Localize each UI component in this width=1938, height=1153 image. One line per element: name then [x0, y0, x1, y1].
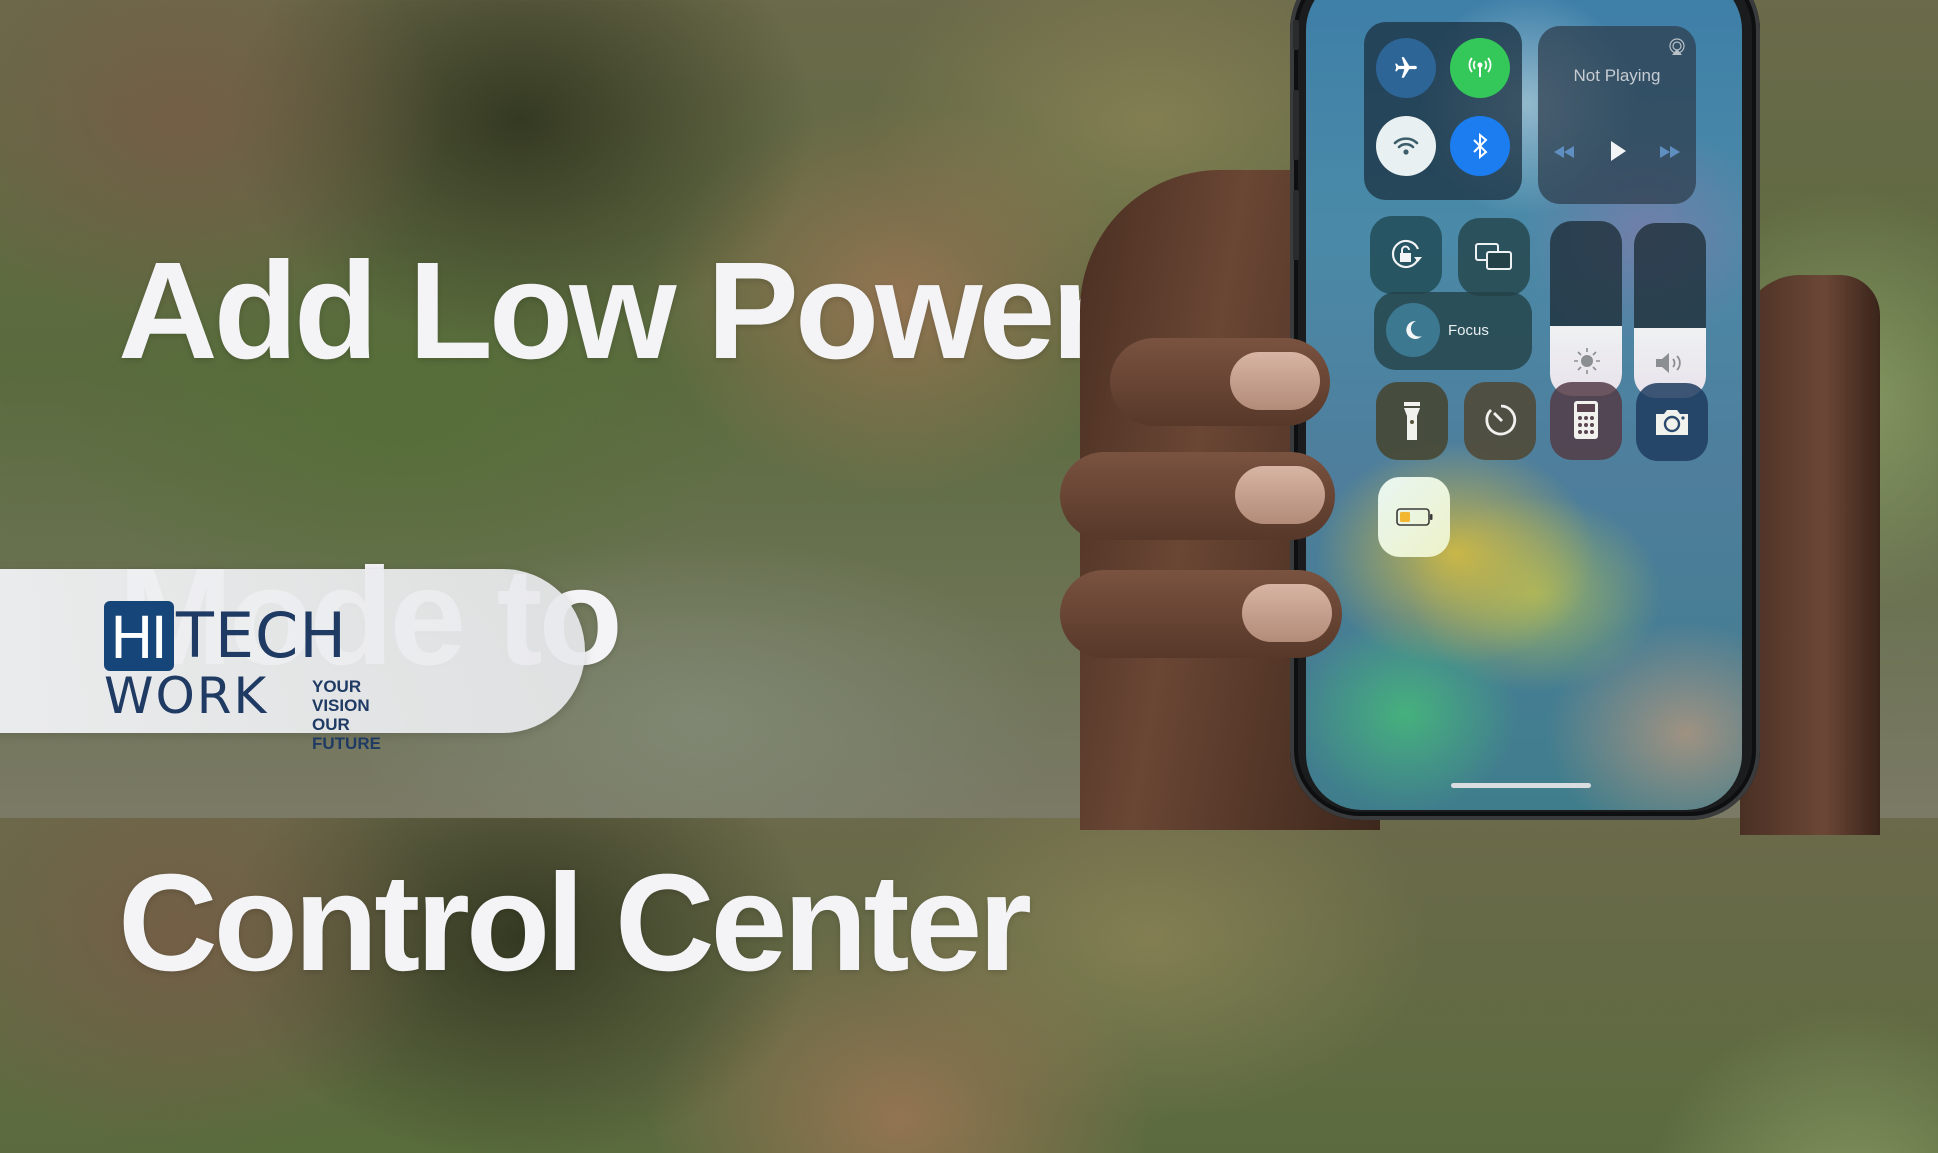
wifi-icon [1393, 137, 1419, 155]
low-power-mode-button[interactable] [1378, 477, 1450, 557]
finger [1060, 452, 1335, 540]
timer-button[interactable] [1464, 382, 1536, 460]
airplane-mode-toggle[interactable] [1376, 38, 1436, 98]
volume-down-button [1293, 190, 1299, 260]
sun-icon [1574, 348, 1600, 374]
logo-hi-box: HI [104, 601, 174, 672]
screen-mirroring-icon [1475, 243, 1512, 270]
flashlight-icon [1404, 402, 1420, 440]
antenna-icon [1468, 57, 1492, 77]
calculator-button[interactable] [1550, 382, 1622, 460]
finger [1060, 570, 1342, 658]
now-playing-tile[interactable]: Not Playing [1538, 26, 1696, 204]
brightness-slider[interactable] [1550, 221, 1622, 396]
focus-button[interactable]: Focus [1374, 292, 1532, 370]
logo-tech-text: TECH [176, 599, 347, 672]
focus-label: Focus [1448, 322, 1489, 339]
mute-switch [1293, 20, 1299, 50]
flashlight-button[interactable] [1376, 382, 1448, 460]
timer-icon [1485, 404, 1517, 436]
battery-icon [1396, 508, 1433, 526]
hand-thumb-image [1740, 275, 1880, 835]
wifi-toggle[interactable] [1376, 116, 1436, 176]
bluetooth-toggle[interactable] [1450, 116, 1510, 176]
headline-line-1: Add Low Power [118, 234, 1105, 388]
volume-slider[interactable] [1634, 223, 1706, 398]
rewind-icon[interactable] [1552, 144, 1576, 160]
headline-line-3: Control Center [118, 846, 1032, 1000]
logo-work-text: WORK [104, 667, 269, 725]
finger [1110, 338, 1330, 426]
connectivity-tile [1364, 22, 1522, 200]
calculator-icon [1574, 401, 1598, 439]
airplane-icon [1395, 57, 1417, 78]
camera-button[interactable] [1636, 383, 1708, 461]
iphone: Not Playing Focus [1290, 0, 1760, 820]
speaker-icon [1656, 353, 1681, 373]
moon-icon [1406, 320, 1422, 339]
orientation-lock-button[interactable] [1370, 216, 1442, 294]
control-center-screen: Not Playing Focus [1306, 0, 1742, 810]
cellular-data-toggle[interactable] [1450, 38, 1510, 98]
now-playing-status: Not Playing [1573, 66, 1661, 85]
orientation-lock-icon [1391, 239, 1422, 269]
airplay-icon[interactable] [1668, 38, 1686, 56]
volume-up-button [1293, 90, 1299, 160]
bluetooth-icon [1473, 132, 1488, 160]
logo-tagline: YOUR VISION OUR FUTURE [312, 677, 381, 753]
home-indicator [1451, 783, 1591, 788]
focus-icon-circle [1386, 303, 1440, 357]
camera-icon [1656, 410, 1688, 435]
screen-mirroring-button[interactable] [1458, 218, 1530, 296]
fast-forward-icon[interactable] [1658, 144, 1682, 160]
play-icon[interactable] [1608, 139, 1628, 163]
